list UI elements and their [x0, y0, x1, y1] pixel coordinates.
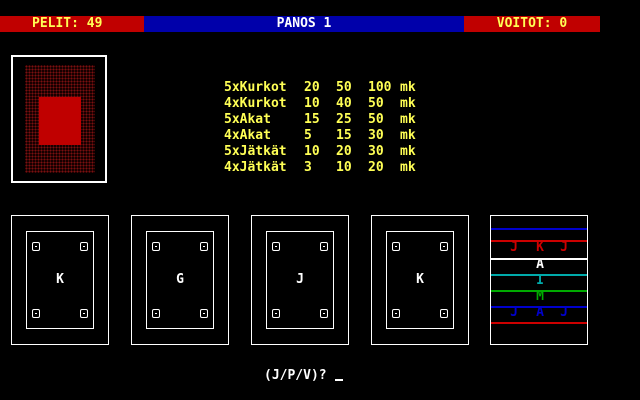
logo-letter: K	[536, 240, 544, 255]
wins-counter: VOITOT: 0	[464, 16, 600, 32]
hand-card-4[interactable]: K	[371, 215, 469, 345]
card-rank: G	[176, 272, 184, 287]
logo-letter: J	[560, 240, 568, 255]
corner-pip-icon	[272, 242, 280, 251]
logo-letter: I	[536, 273, 544, 288]
pay-value: 100	[368, 80, 392, 95]
pay-value: 10	[304, 144, 320, 159]
hand-card-1[interactable]: K	[11, 215, 109, 345]
pay-hand: 4xAkat	[224, 128, 271, 143]
pay-value: 40	[336, 96, 352, 111]
card-deck[interactable]	[11, 55, 107, 183]
logo-letter: A	[536, 257, 544, 272]
hand-card-2[interactable]: G	[131, 215, 229, 345]
corner-pip-icon	[152, 242, 160, 251]
logo-letter: J	[510, 305, 518, 320]
corner-pip-icon	[200, 242, 208, 251]
corner-pip-icon	[392, 309, 400, 318]
pay-value: 20	[336, 144, 352, 159]
text-cursor	[334, 379, 343, 381]
hand-card-5-logo[interactable]: J K J A I M J A J	[490, 215, 588, 345]
logo-letter: M	[536, 289, 544, 304]
card-rank: J	[296, 272, 304, 287]
pay-hand: 5xAkat	[224, 112, 271, 127]
prompt-text: (J/P/V)?	[264, 368, 327, 383]
card-back-emblem	[39, 97, 81, 145]
logo-stripe	[491, 228, 587, 230]
pay-value: 50	[336, 80, 352, 95]
pay-value: 5	[304, 128, 312, 143]
pay-hand: 4xKurkot	[224, 96, 287, 111]
corner-pip-icon	[80, 309, 88, 318]
pay-unit: mk	[400, 112, 416, 127]
pay-hand: 4xJätkät	[224, 160, 287, 175]
pay-value: 20	[304, 80, 320, 95]
corner-pip-icon	[440, 242, 448, 251]
card-rank: K	[416, 272, 424, 287]
pay-value: 10	[304, 96, 320, 111]
corner-pip-icon	[320, 242, 328, 251]
corner-pip-icon	[152, 309, 160, 318]
pay-value: 50	[368, 112, 384, 127]
corner-pip-icon	[392, 242, 400, 251]
pay-value: 25	[336, 112, 352, 127]
pay-hand: 5xKurkot	[224, 80, 287, 95]
pay-value: 30	[368, 144, 384, 159]
corner-pip-icon	[80, 242, 88, 251]
hand-card-3[interactable]: J	[251, 215, 349, 345]
pay-hand: 5xJätkät	[224, 144, 287, 159]
pay-unit: mk	[400, 96, 416, 111]
pay-unit: mk	[400, 144, 416, 159]
games-counter: PELIT: 49	[0, 16, 144, 32]
pay-unit: mk	[400, 128, 416, 143]
bet-display: PANOS 1	[144, 16, 464, 32]
corner-pip-icon	[32, 309, 40, 318]
corner-pip-icon	[272, 309, 280, 318]
pay-value: 30	[368, 128, 384, 143]
command-prompt[interactable]: (J/P/V)?	[264, 368, 343, 383]
logo-letter: A	[536, 305, 544, 320]
logo-stripe	[491, 322, 587, 324]
corner-pip-icon	[440, 309, 448, 318]
pay-value: 15	[304, 112, 320, 127]
corner-pip-icon	[32, 242, 40, 251]
pay-value: 15	[336, 128, 352, 143]
pay-unit: mk	[400, 160, 416, 175]
card-rank: K	[56, 272, 64, 287]
pay-value: 10	[336, 160, 352, 175]
corner-pip-icon	[200, 309, 208, 318]
pay-value: 20	[368, 160, 384, 175]
corner-pip-icon	[320, 309, 328, 318]
games-counter-text: PELIT: 49	[32, 16, 103, 31]
pay-value: 3	[304, 160, 312, 175]
pay-unit: mk	[400, 80, 416, 95]
logo-letter: J	[560, 305, 568, 320]
logo-letter: J	[510, 240, 518, 255]
pay-value: 50	[368, 96, 384, 111]
